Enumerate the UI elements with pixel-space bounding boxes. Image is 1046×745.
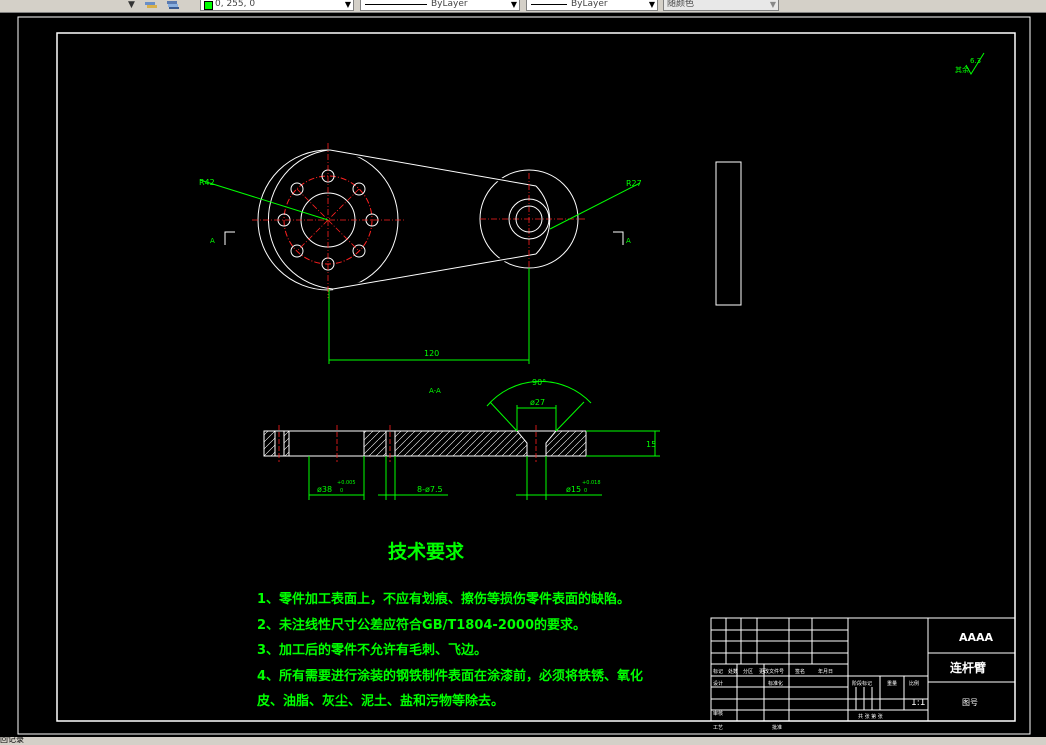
- tech-title: 技术要求: [388, 540, 465, 563]
- chevron-down-icon[interactable]: ▼: [511, 1, 517, 9]
- plotstyle-label: 随颜色: [667, 0, 695, 9]
- linetype-control-dropdown[interactable]: ByLayer ▼: [360, 0, 520, 11]
- layer-previous-icon[interactable]: [166, 0, 180, 10]
- row-approve: 批准: [772, 724, 782, 731]
- cad-drawing: 其余 6.3 A A R42 R27 120 A-A 90° ø27 15 ø3…: [17, 16, 1031, 735]
- title-block-text: AAAA 连杆臂 1:1 图号 标记 处数 分区 更改文件号 签名 年月日 设计…: [713, 631, 994, 731]
- dim-dia15: ø15: [566, 485, 581, 494]
- label-ratio: 比例: [909, 680, 919, 687]
- header-change: 更改文件号: [759, 668, 784, 675]
- dim-dia38-tol-lower: 0: [340, 488, 343, 494]
- plotstyle-control-dropdown[interactable]: 随颜色 ▼: [663, 0, 779, 11]
- section-label-left: A: [210, 237, 215, 245]
- linetype-label: ByLayer: [431, 0, 468, 9]
- section-view: A-A 90° ø27 15 ø38 +0.005 0 8-ø7.5 ø15 +…: [263, 378, 660, 500]
- part-name: 连杆臂: [950, 660, 986, 675]
- scale-value: 1:1: [911, 698, 925, 708]
- command-prompt: 回记录: [0, 735, 24, 744]
- header-count: 处数: [728, 668, 738, 675]
- dim-r27: R27: [626, 179, 642, 188]
- drawing-number: 图号: [962, 698, 978, 707]
- dim-dia15-tol-lower: 0: [584, 488, 587, 494]
- layer-states-icon[interactable]: [144, 0, 158, 10]
- dim-thickness: 15: [646, 440, 656, 449]
- tech-req-4b: 皮、油脂、灰尘、泥土、盐和污物等除去。: [256, 693, 504, 709]
- label-stage: 阶段标记: [852, 680, 872, 687]
- dim-dia15-tol-upper: +0.018: [582, 480, 601, 486]
- color-swatch: [204, 1, 213, 10]
- linetype-sample: [365, 4, 427, 5]
- chevron-down-icon[interactable]: ▼: [345, 1, 351, 9]
- company-name: AAAA: [959, 631, 994, 644]
- dim-120: 120: [424, 349, 439, 358]
- row-design: 设计: [713, 680, 723, 687]
- dim-90deg: 90°: [532, 378, 546, 387]
- chevron-down-icon[interactable]: ▼: [649, 1, 655, 9]
- section-title: A-A: [429, 387, 441, 395]
- tech-req-2: 2、未注线性尺寸公差应符合GB/T1804-2000的要求。: [257, 617, 586, 633]
- dim-dia38-tol-upper: +0.005: [337, 480, 356, 486]
- properties-toolbar: ▼ 0, 255, 0 ▼ ByLayer ▼ ByLayer ▼ 随颜色 ▼: [0, 0, 1046, 13]
- tech-req-4a: 4、所有需要进行涂装的钢铁制件表面在涂漆前，必须将铁锈、氧化: [257, 668, 643, 684]
- dim-dia38: ø38: [317, 485, 332, 494]
- plan-view: A A R42 R27 120: [199, 143, 642, 364]
- lineweight-control-dropdown[interactable]: ByLayer ▼: [526, 0, 658, 11]
- row-standard: 标准化: [768, 680, 783, 687]
- technical-requirements: 技术要求 1、零件加工表面上，不应有划痕、擦伤等损伤零件表面的缺陷。 2、未注线…: [256, 540, 643, 709]
- chevron-down-icon: ▼: [769, 0, 776, 9]
- header-sign: 签名: [795, 668, 805, 675]
- lineweight-sample: [531, 4, 567, 5]
- row-process: 工艺: [713, 725, 723, 731]
- drawing-canvas[interactable]: 其余 6.3 A A R42 R27 120 A-A 90° ø27 15 ø3…: [0, 13, 1046, 740]
- header-mark: 标记: [713, 668, 723, 675]
- command-line[interactable]: 回记录: [0, 735, 1046, 745]
- label-weight: 重量: [887, 680, 897, 687]
- header-zone: 分区: [743, 668, 753, 675]
- tech-req-1: 1、零件加工表面上，不应有划痕、擦伤等损伤零件表面的缺陷。: [257, 591, 630, 607]
- side-view: [715, 161, 742, 306]
- color-control-dropdown[interactable]: 0, 255, 0 ▼: [200, 0, 354, 11]
- section-label-right: A: [626, 237, 631, 245]
- header-date: 年月日: [818, 668, 833, 675]
- dim-holes: 8-ø7.5: [417, 485, 443, 494]
- dim-dia27: ø27: [530, 398, 545, 407]
- label-sheets: 共 张 第 张: [858, 713, 883, 720]
- lineweight-label: ByLayer: [571, 0, 608, 9]
- dim-r42: R42: [199, 178, 215, 187]
- roughness-symbol: 其余 6.3: [955, 52, 985, 75]
- row-review: 审核: [713, 710, 723, 717]
- chevron-down-icon[interactable]: ▼: [128, 0, 136, 11]
- color-value: 0, 255, 0: [215, 0, 256, 9]
- tech-req-3: 3、加工后的零件不允许有毛刺、飞边。: [257, 642, 487, 658]
